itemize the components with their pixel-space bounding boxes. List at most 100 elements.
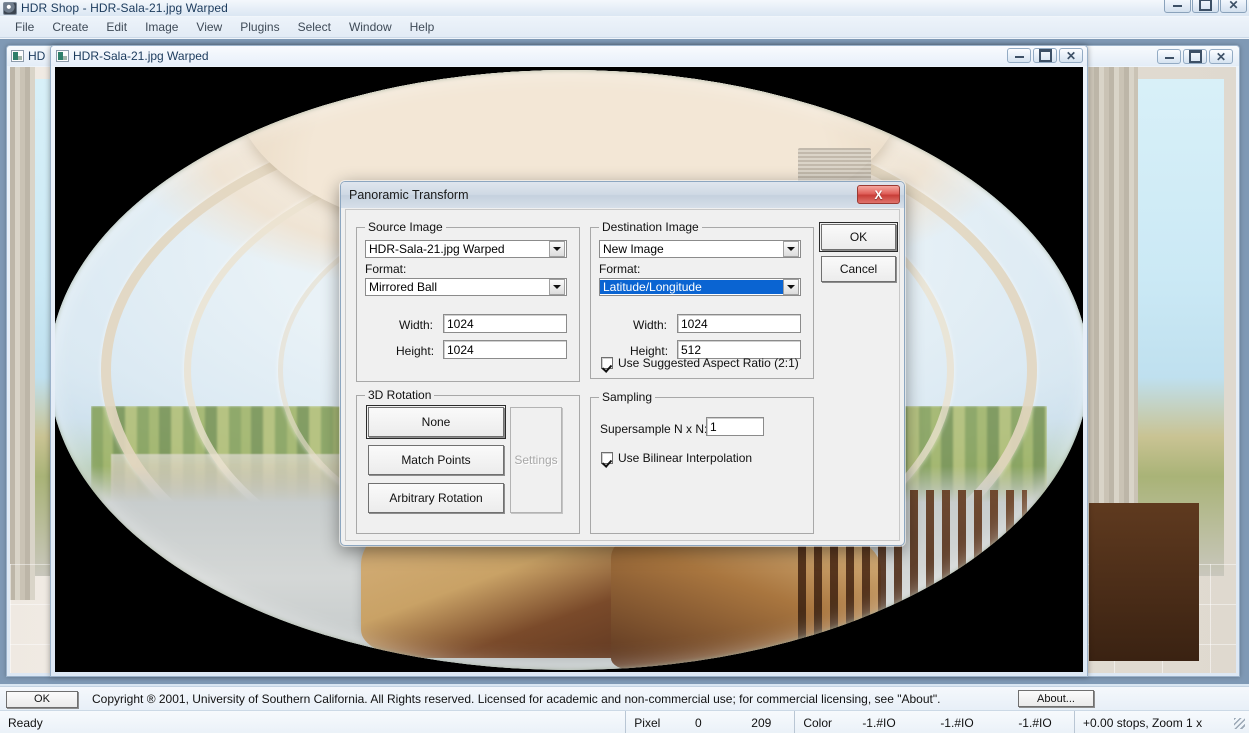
supersample-label: Supersample N x N: bbox=[600, 422, 708, 436]
destination-image-combo[interactable]: New Image bbox=[599, 240, 801, 258]
supersample-input[interactable]: 1 bbox=[706, 417, 764, 436]
title-bar: HDR Shop - HDR-Sala-21.jpg Warped ✕ bbox=[0, 0, 1249, 16]
menu-item-image[interactable]: Image bbox=[136, 18, 187, 36]
close-icon: X bbox=[874, 187, 883, 202]
menu-item-create[interactable]: Create bbox=[43, 18, 97, 36]
resize-grip-icon[interactable] bbox=[1231, 715, 1247, 731]
bilinear-label: Use Bilinear Interpolation bbox=[618, 451, 753, 465]
source-width-input[interactable]: 1024 bbox=[443, 314, 567, 333]
rotation-match-points-button[interactable]: Match Points bbox=[368, 445, 504, 475]
dialog-cancel-button[interactable]: Cancel bbox=[821, 256, 896, 282]
menu-item-plugins[interactable]: Plugins bbox=[231, 18, 288, 36]
minimize-icon bbox=[1014, 53, 1024, 58]
mdi-child-front-controls: ✕ bbox=[1007, 48, 1083, 63]
chevron-down-icon[interactable] bbox=[549, 241, 565, 257]
room-curtain-left bbox=[10, 67, 35, 601]
menu-item-select[interactable]: Select bbox=[289, 18, 340, 36]
about-button[interactable]: About... bbox=[1018, 690, 1094, 707]
maximize-icon bbox=[1038, 49, 1052, 62]
status-color-g: -1.#IO bbox=[940, 715, 974, 730]
mdi-child-back-title: HD bbox=[28, 49, 46, 63]
aspect-ratio-label: Use Suggested Aspect Ratio (2:1) bbox=[618, 356, 799, 370]
mdi-child-front-title: HDR-Sala-21.jpg Warped bbox=[73, 49, 209, 63]
panoramic-transform-dialog[interactable]: Panoramic Transform X Source Image HDR-S… bbox=[339, 180, 906, 547]
aspect-ratio-checkbox-row[interactable]: Use Suggested Aspect Ratio (2:1) bbox=[601, 356, 799, 370]
minimize-button[interactable] bbox=[1164, 0, 1191, 13]
menu-bar: File Create Edit Image View Plugins Sele… bbox=[0, 17, 1249, 38]
destination-format-combo[interactable]: Latitude/Longitude bbox=[599, 278, 801, 296]
maximize-button[interactable] bbox=[1192, 0, 1219, 13]
dialog-title-bar[interactable]: Panoramic Transform X bbox=[341, 182, 904, 208]
dialog-title: Panoramic Transform bbox=[349, 188, 469, 202]
maximize-icon bbox=[1188, 50, 1202, 63]
source-format-value: Mirrored Ball bbox=[369, 280, 438, 294]
room-window-right bbox=[1137, 79, 1224, 577]
rotation-none-button[interactable]: None bbox=[366, 405, 506, 439]
chevron-down-icon[interactable] bbox=[549, 279, 565, 295]
status-bar: Ready Pixel 0 209 Color -1.#IO -1.#IO -1… bbox=[0, 710, 1249, 733]
dialog-body: Source Image HDR-Sala-21.jpg Warped Form… bbox=[345, 209, 900, 541]
minimize-icon bbox=[1173, 2, 1182, 7]
bilinear-checkbox[interactable] bbox=[601, 452, 613, 464]
close-icon: ✕ bbox=[1215, 49, 1227, 64]
destination-image-value: New Image bbox=[603, 242, 664, 256]
destination-width-input[interactable]: 1024 bbox=[677, 314, 801, 333]
status-ready-text: Ready bbox=[8, 715, 43, 730]
document-icon bbox=[56, 50, 69, 62]
menu-item-edit[interactable]: Edit bbox=[97, 18, 136, 36]
mdi-back-maximize-button[interactable] bbox=[1183, 49, 1207, 64]
status-pixel-x: 0 bbox=[694, 715, 702, 730]
hdrshop-app-icon bbox=[3, 1, 17, 15]
mdi-child-front-title-bar: HDR-Sala-21.jpg Warped bbox=[51, 46, 1087, 66]
status-pixel-label: Pixel bbox=[625, 711, 668, 733]
mdi-front-minimize-button[interactable] bbox=[1007, 48, 1031, 63]
rotation-legend: 3D Rotation bbox=[368, 388, 432, 402]
maximize-icon bbox=[1199, 0, 1212, 11]
dialog-ok-button[interactable]: OK bbox=[819, 222, 898, 252]
bilinear-checkbox-row[interactable]: Use Bilinear Interpolation bbox=[601, 451, 752, 465]
close-icon: ✕ bbox=[1065, 48, 1077, 63]
chevron-down-icon[interactable] bbox=[783, 241, 799, 257]
sampling-legend: Sampling bbox=[602, 390, 653, 404]
source-height-input[interactable]: 1024 bbox=[443, 340, 567, 359]
source-image-legend: Source Image bbox=[368, 220, 443, 234]
rotation-settings-button: Settings bbox=[510, 407, 562, 513]
mdi-back-minimize-button[interactable] bbox=[1157, 49, 1181, 64]
rotation-arbitrary-button[interactable]: Arbitrary Rotation bbox=[368, 483, 504, 513]
copyright-bar: OK Copyright ® 2001, University of South… bbox=[0, 686, 1249, 711]
menu-item-window[interactable]: Window bbox=[340, 18, 401, 36]
mdi-front-close-button[interactable]: ✕ bbox=[1059, 48, 1083, 63]
menu-item-file[interactable]: File bbox=[6, 18, 43, 36]
mdi-back-close-button[interactable]: ✕ bbox=[1209, 49, 1233, 64]
chevron-down-icon[interactable] bbox=[783, 279, 799, 295]
aspect-ratio-checkbox[interactable] bbox=[601, 357, 613, 369]
source-width-label: Width: bbox=[399, 318, 434, 332]
window-controls: ✕ bbox=[1164, 0, 1247, 13]
menu-item-view[interactable]: View bbox=[187, 18, 231, 36]
mdi-front-maximize-button[interactable] bbox=[1033, 48, 1057, 63]
document-icon bbox=[11, 50, 24, 62]
destination-format-value: Latitude/Longitude bbox=[600, 280, 783, 294]
source-format-label: Format: bbox=[365, 262, 407, 276]
menu-item-help[interactable]: Help bbox=[401, 18, 444, 36]
minimize-icon bbox=[1164, 54, 1174, 59]
mdi-child-back-controls: ✕ bbox=[1157, 49, 1233, 64]
close-icon: ✕ bbox=[1228, 0, 1239, 12]
status-color-label: Color bbox=[794, 711, 840, 733]
status-pixel-y: 209 bbox=[751, 715, 772, 730]
destination-format-label: Format: bbox=[599, 262, 641, 276]
dialog-close-button[interactable]: X bbox=[857, 185, 900, 204]
page-title: HDR Shop - HDR-Sala-21.jpg Warped bbox=[21, 1, 228, 15]
source-image-combo[interactable]: HDR-Sala-21.jpg Warped bbox=[365, 240, 567, 258]
status-zoom: +0.00 stops, Zoom 1 x bbox=[1074, 711, 1231, 733]
mdi-client-area: HD ✕ HDR-Sala-21.jpg Warped ✕ Panoramic … bbox=[0, 39, 1249, 684]
room-chair bbox=[1088, 503, 1200, 661]
source-image-value: HDR-Sala-21.jpg Warped bbox=[369, 242, 505, 256]
status-color-b: -1.#IO bbox=[1018, 715, 1052, 730]
status-color-r: -1.#IO bbox=[862, 715, 896, 730]
destination-width-label: Width: bbox=[633, 318, 668, 332]
copyright-ok-button[interactable]: OK bbox=[6, 690, 78, 708]
source-format-combo[interactable]: Mirrored Ball bbox=[365, 278, 567, 296]
destination-image-legend: Destination Image bbox=[602, 220, 699, 234]
close-button[interactable]: ✕ bbox=[1220, 0, 1247, 13]
